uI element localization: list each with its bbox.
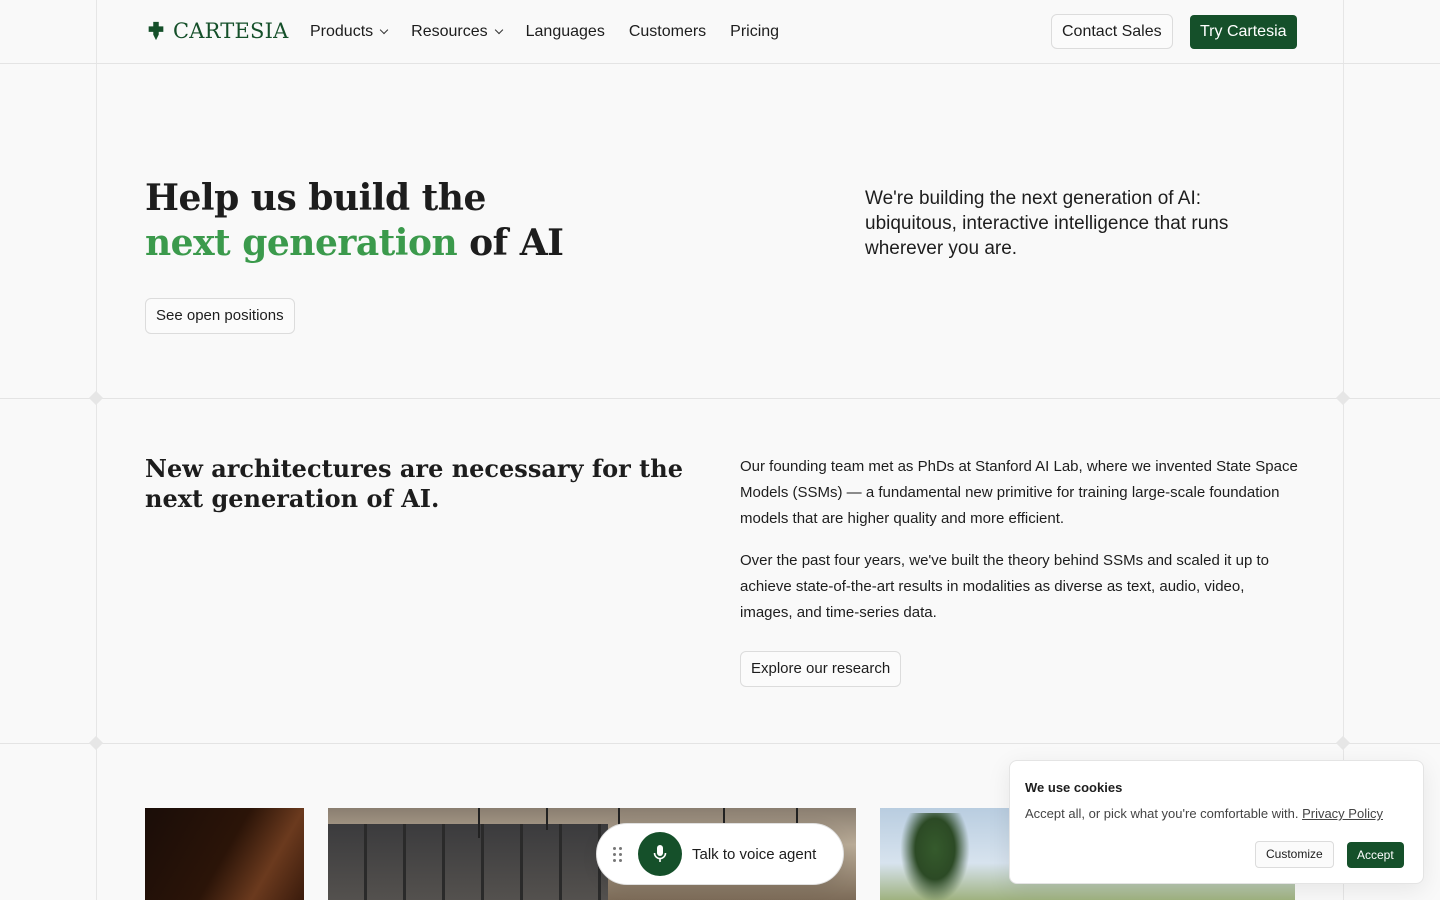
palm-tree	[900, 813, 970, 900]
drag-handle-icon[interactable]	[613, 846, 623, 862]
grid-marker	[88, 390, 104, 406]
logo[interactable]: CARTESIA	[145, 18, 288, 44]
nav-item-languages[interactable]: Languages	[526, 20, 605, 44]
research-paragraph: Over the past four years, we've built th…	[740, 552, 1269, 621]
nav-item-label: Customers	[628, 23, 707, 40]
hero-title-accent: next generation	[145, 222, 458, 264]
cookie-body: Accept all, or pick what you're comforta…	[1025, 806, 1383, 821]
section-divider	[0, 743, 1440, 744]
nav-item-label: Resources	[411, 23, 488, 40]
cookie-customize-button[interactable]: Customize	[1255, 841, 1334, 868]
team-photo	[145, 808, 304, 900]
cookie-accept-button[interactable]: Accept	[1347, 842, 1404, 868]
section-divider	[0, 398, 1440, 399]
cookie-body-text: Accept all, or pick what you're comforta…	[1025, 806, 1299, 821]
hero-title-line1: Help us build the	[145, 177, 486, 219]
grid-marker	[1335, 735, 1351, 751]
research-paragraph: Our founding team met as PhDs at Stanfor…	[740, 458, 1298, 527]
nav-item-label: Languages	[525, 23, 605, 40]
nav-item-customers[interactable]: Customers	[629, 20, 706, 44]
chevron-down-icon	[379, 25, 389, 35]
voice-agent-widget[interactable]: Talk to voice agent	[596, 823, 844, 885]
nav-item-label: Products	[310, 23, 374, 40]
grid-marker	[1335, 390, 1351, 406]
hero-title-rest: of AI	[457, 222, 564, 264]
office-window	[328, 824, 608, 900]
nav-links: Products Resources Languages Customers P…	[310, 20, 779, 44]
explore-research-button[interactable]: Explore our research	[740, 651, 902, 687]
nav-item-resources[interactable]: Resources	[411, 20, 503, 44]
research-title: New architectures are necessary for the …	[145, 454, 683, 513]
grid-marker	[88, 735, 104, 751]
nav-item-pricing[interactable]: Pricing	[730, 20, 779, 44]
try-cartesia-button[interactable]: Try Cartesia	[1190, 15, 1297, 49]
cartesia-logo-icon	[148, 21, 164, 41]
pendant-lamp	[478, 808, 480, 838]
top-navigation: CARTESIA Products Resources Languages Cu…	[0, 0, 1440, 64]
logo-text: CARTESIA	[173, 19, 289, 43]
grid-line-left	[96, 0, 97, 900]
voice-agent-label: Talk to voice agent	[692, 845, 817, 863]
cookie-title: We use cookies	[1025, 780, 1123, 795]
contact-sales-button[interactable]: Contact Sales	[1051, 14, 1173, 49]
chevron-down-icon	[494, 25, 503, 35]
hero-subtitle: We're building the next generation of AI…	[865, 188, 1229, 259]
pendant-lamp	[546, 808, 548, 830]
privacy-policy-link[interactable]: Privacy Policy	[1302, 806, 1383, 821]
hero-title: Help us build the next generation of AI	[145, 176, 564, 266]
nav-item-label: Pricing	[730, 23, 780, 40]
see-open-positions-button[interactable]: See open positions	[145, 298, 295, 334]
microphone-icon	[653, 845, 667, 862]
nav-item-products[interactable]: Products	[310, 20, 389, 44]
cookie-banner: We use cookies Accept all, or pick what …	[1009, 760, 1424, 884]
microphone-button[interactable]	[638, 832, 682, 876]
